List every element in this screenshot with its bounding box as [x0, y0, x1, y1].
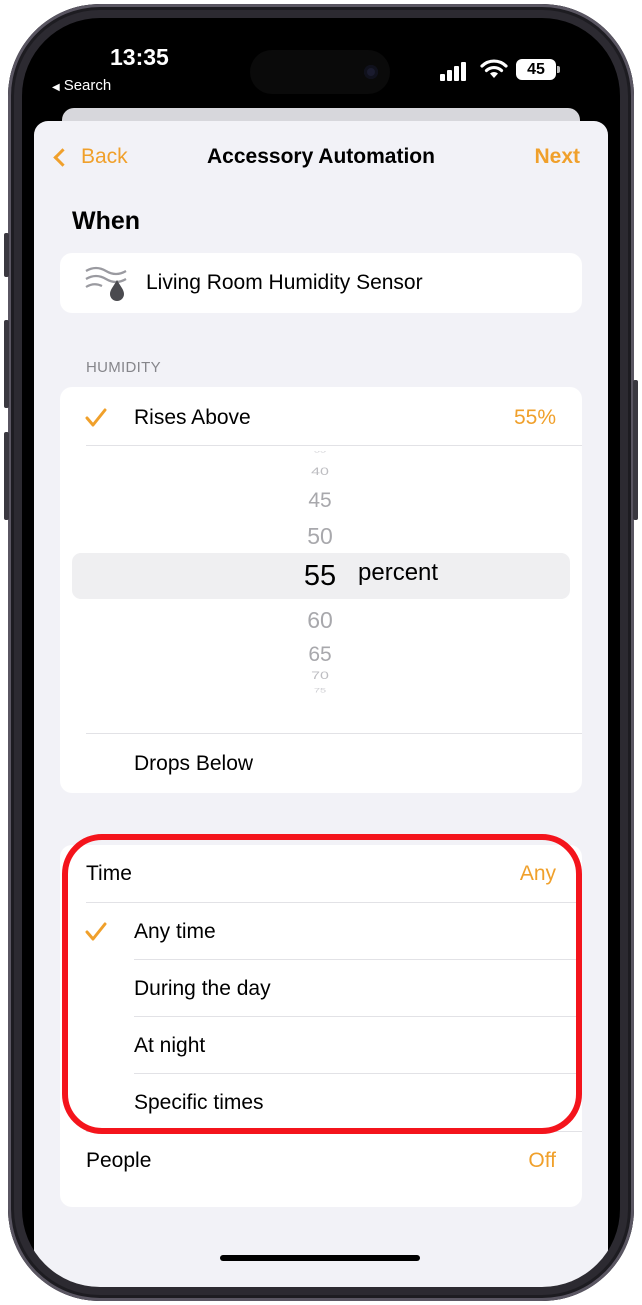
accessory-name: Living Room Humidity Sensor	[146, 271, 423, 294]
rises-above-row[interactable]: Rises Above 55%	[60, 389, 582, 447]
rises-above-value: 55%	[513, 406, 556, 429]
people-row[interactable]: People Off	[60, 1132, 582, 1190]
back-triangle-icon: ◀	[52, 82, 60, 93]
status-time: 13:35	[110, 44, 169, 70]
battery-indicator: 45	[516, 59, 560, 80]
status-back-to-search[interactable]: ◀ Search	[52, 77, 111, 94]
volume-up-button	[4, 320, 9, 408]
automation-sheet: Back Accessory Automation Next When Livi…	[34, 121, 608, 1287]
picker-unit: percent	[358, 559, 439, 586]
power-button	[633, 380, 638, 520]
when-heading: When	[72, 207, 141, 235]
picker-value: 35	[313, 451, 327, 455]
divider	[86, 445, 582, 446]
humidity-sensor-icon	[85, 266, 127, 301]
humidity-picker[interactable]: 35 40 45 50 55 percent 60 65 70 75	[60, 451, 582, 699]
accessory-row[interactable]: Living Room Humidity Sensor	[60, 253, 582, 313]
picker-value: 75	[313, 687, 327, 695]
humidity-section-header: HUMIDITY	[86, 359, 161, 376]
cellular-signal-icon	[440, 61, 470, 81]
next-button[interactable]: Next	[534, 145, 580, 169]
camera-icon	[364, 65, 378, 79]
drops-below-row[interactable]: Drops Below	[60, 735, 582, 793]
divider	[86, 733, 582, 734]
picker-value: 40	[311, 465, 329, 478]
drops-below-label: Drops Below	[134, 752, 254, 775]
home-indicator[interactable]	[220, 1255, 420, 1261]
people-label: People	[86, 1149, 152, 1172]
nav-title: Accessory Automation	[207, 145, 435, 168]
picker-value: 50	[307, 523, 333, 549]
picker-value-selected: 55	[303, 560, 337, 592]
picker-value: 60	[307, 607, 333, 633]
volume-down-button	[4, 432, 9, 520]
picker-value: 45	[308, 489, 332, 512]
status-back-label: Search	[63, 77, 112, 94]
dynamic-island	[250, 50, 390, 94]
humidity-card: Rises Above 55% 35 40 45 50 55 percent 6…	[60, 387, 582, 793]
action-button	[4, 233, 9, 277]
screen: 13:35 ◀ Search 45 Back Accessory Automati…	[22, 18, 620, 1287]
picker-value: 65	[308, 643, 332, 666]
rises-above-label: Rises Above	[134, 406, 251, 429]
people-value: Off	[528, 1149, 556, 1172]
picker-value: 70	[311, 669, 329, 682]
highlight-annotation	[62, 834, 582, 1134]
checkmark-icon	[85, 408, 107, 427]
wifi-icon	[480, 59, 508, 78]
